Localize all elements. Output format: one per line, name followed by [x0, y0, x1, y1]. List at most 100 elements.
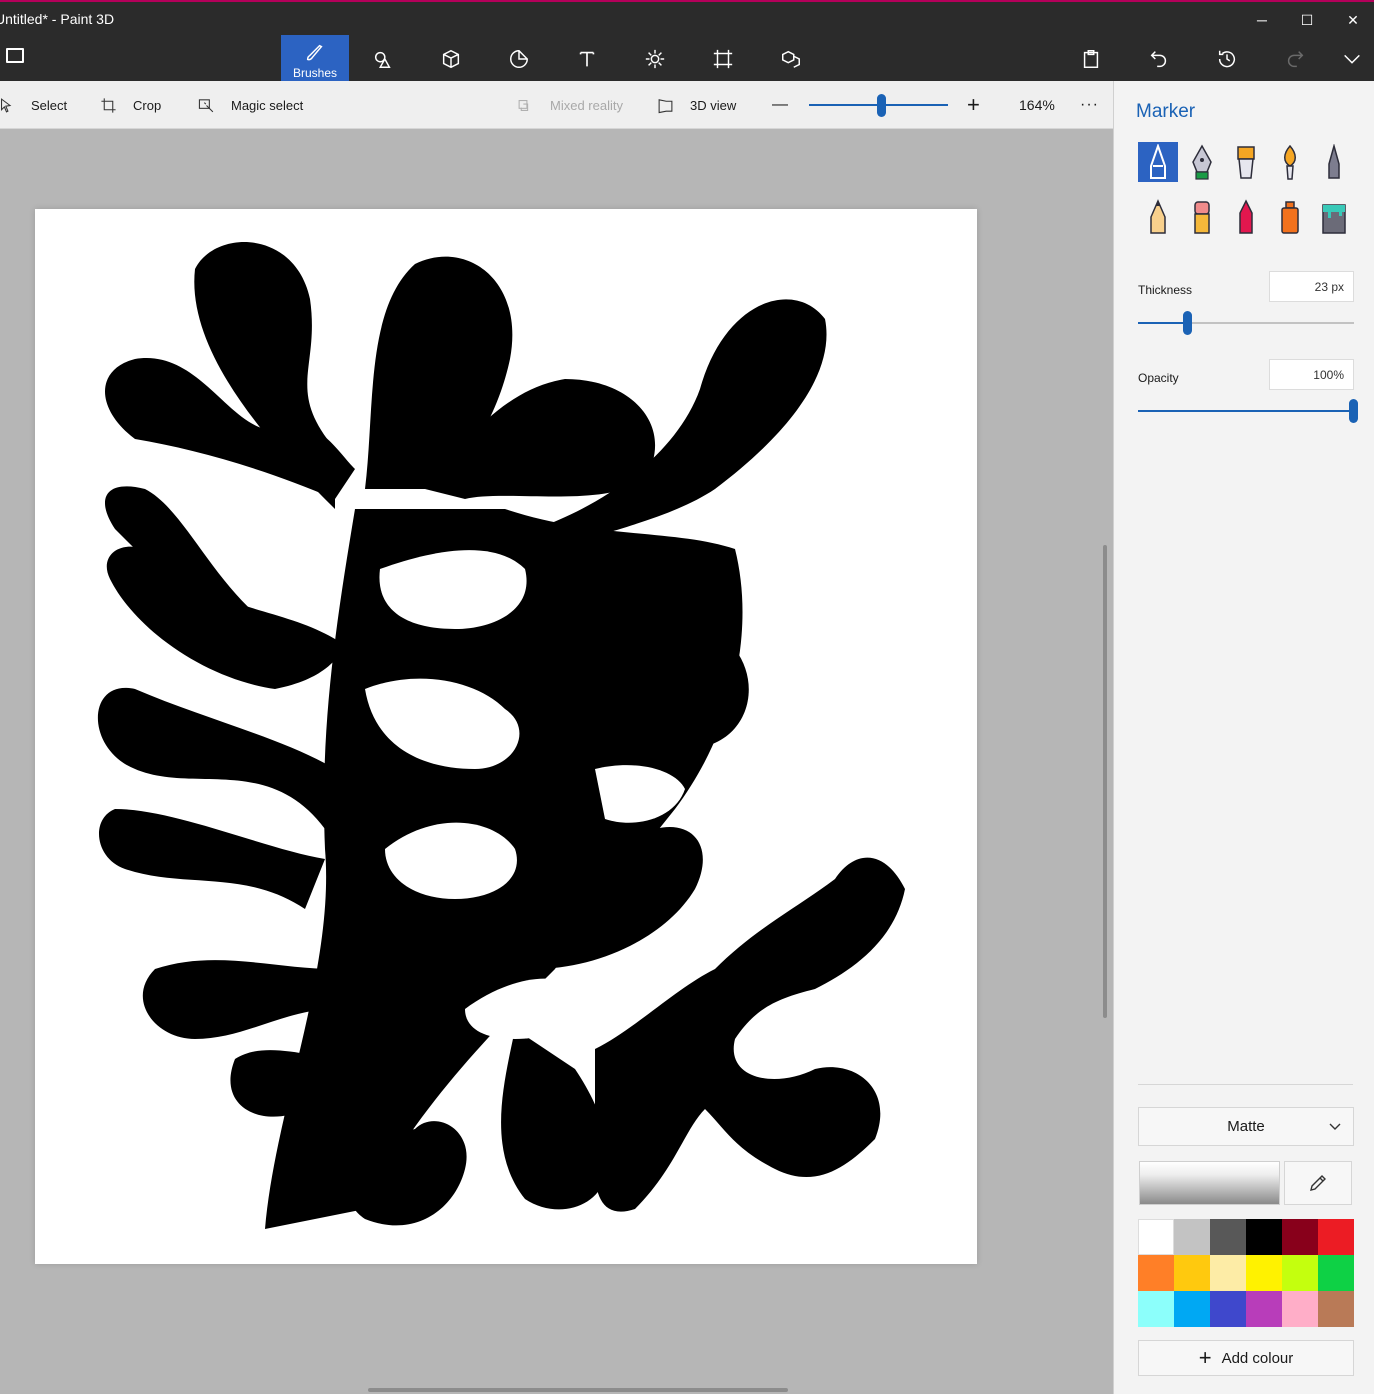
- 2d-shapes-icon: [374, 51, 391, 68]
- tab-3d-library[interactable]: [767, 35, 815, 83]
- expand-icon: [1344, 54, 1360, 64]
- horizontal-scrollbar[interactable]: [368, 1388, 788, 1392]
- color-swatch[interactable]: [1318, 1255, 1354, 1291]
- panel-divider: [1138, 1084, 1353, 1085]
- brush-pixel-pen[interactable]: [1314, 142, 1354, 182]
- redo-button[interactable]: [1271, 35, 1319, 83]
- current-color-swatch[interactable]: [1139, 1161, 1280, 1205]
- add-colour-label: Add colour: [1221, 1349, 1294, 1367]
- add-colour-button[interactable]: + Add colour: [1138, 1340, 1354, 1376]
- maximize-button[interactable]: ☐: [1284, 6, 1330, 34]
- opacity-slider-fill: [1138, 410, 1354, 412]
- color-swatch[interactable]: [1282, 1255, 1318, 1291]
- opacity-field[interactable]: 100%: [1269, 359, 1354, 390]
- menu-folder-icon[interactable]: [6, 48, 24, 63]
- effects-icon: [645, 49, 665, 69]
- tab-text[interactable]: [563, 35, 611, 83]
- color-swatch[interactable]: [1174, 1219, 1210, 1255]
- color-swatch[interactable]: [1138, 1255, 1174, 1291]
- opacity-slider-thumb[interactable]: [1349, 399, 1358, 423]
- thickness-slider-thumb[interactable]: [1183, 311, 1192, 335]
- color-swatch[interactable]: [1318, 1219, 1354, 1255]
- drawing-canvas[interactable]: [35, 209, 977, 1264]
- canvas-icon: [713, 49, 733, 69]
- black-coral-artwork: [97, 241, 905, 1229]
- brush-eraser[interactable]: [1182, 197, 1222, 237]
- color-swatch[interactable]: [1318, 1291, 1354, 1327]
- more-options-button[interactable]: ···: [1080, 81, 1099, 129]
- magic-select-button[interactable]: Magic select: [198, 81, 303, 129]
- color-swatch[interactable]: [1138, 1219, 1174, 1255]
- magic-select-icon: [198, 98, 214, 112]
- finish-value: Matte: [1227, 1118, 1265, 1135]
- history-button[interactable]: [1203, 35, 1251, 83]
- tab-3d-shapes[interactable]: [427, 35, 475, 83]
- mixed-reality-label: Mixed reality: [550, 97, 623, 113]
- color-swatch[interactable]: [1138, 1291, 1174, 1327]
- tab-canvas[interactable]: [699, 35, 747, 83]
- tab-stickers[interactable]: [495, 35, 543, 83]
- color-swatch[interactable]: [1210, 1255, 1246, 1291]
- stickers-icon: [510, 50, 528, 68]
- eraser-icon: [1194, 201, 1210, 234]
- brush-marker[interactable]: [1138, 142, 1178, 182]
- 3d-view-button[interactable]: 3D view: [657, 81, 736, 129]
- mixed-reality-icon: [518, 99, 529, 111]
- color-swatch[interactable]: [1246, 1255, 1282, 1291]
- marker-icon: [1150, 144, 1166, 179]
- crop-button[interactable]: Crop: [100, 81, 161, 129]
- brush-spray-can[interactable]: [1270, 197, 1310, 237]
- text-icon: [579, 51, 595, 67]
- undo-button[interactable]: [1135, 35, 1183, 83]
- calligraphy-pen-icon: [1192, 144, 1212, 180]
- 3d-view-icon: [658, 98, 673, 113]
- color-swatch[interactable]: [1246, 1291, 1282, 1327]
- panel-title: Marker: [1136, 101, 1196, 122]
- brush-fill[interactable]: [1314, 197, 1354, 237]
- title-bar: Untitled* - Paint 3D ─ ☐ ✕ Brushes: [0, 0, 1374, 83]
- zoom-in-button[interactable]: +: [967, 81, 980, 129]
- brush-panel: Marker Thickness 23 px Opacity 100% Matt…: [1113, 81, 1374, 1394]
- expand-button[interactable]: [1328, 35, 1374, 83]
- finish-dropdown[interactable]: Matte: [1138, 1107, 1354, 1146]
- tab-2d-shapes[interactable]: [359, 35, 407, 83]
- select-button[interactable]: Select: [0, 81, 67, 129]
- brush-oil[interactable]: [1226, 142, 1266, 182]
- color-swatch[interactable]: [1282, 1291, 1318, 1327]
- eyedropper-button[interactable]: [1284, 1161, 1352, 1205]
- zoom-value[interactable]: 164%: [1019, 81, 1055, 129]
- 3d-view-label: 3D view: [690, 97, 737, 113]
- thickness-slider-fill: [1138, 322, 1188, 324]
- tab-effects[interactable]: [631, 35, 679, 83]
- brush-crayon[interactable]: [1226, 197, 1266, 237]
- thickness-field[interactable]: 23 px: [1269, 271, 1354, 302]
- brush-watercolor[interactable]: [1270, 142, 1310, 182]
- color-swatch[interactable]: [1246, 1219, 1282, 1255]
- brush-pencil[interactable]: [1138, 197, 1178, 237]
- history-icon: [1218, 50, 1235, 68]
- zoom-slider-thumb[interactable]: [877, 94, 886, 117]
- pencil-icon: [1150, 199, 1166, 234]
- chevron-down-icon: [1329, 1123, 1341, 1130]
- color-swatch[interactable]: [1174, 1291, 1210, 1327]
- tab-brushes[interactable]: Brushes: [281, 35, 349, 83]
- oil-brush-icon: [1237, 146, 1255, 179]
- mixed-reality-button[interactable]: Mixed reality: [517, 81, 623, 129]
- magic-select-label: Magic select: [231, 97, 304, 113]
- color-swatch[interactable]: [1282, 1219, 1318, 1255]
- color-palette: [1138, 1219, 1354, 1327]
- color-swatch[interactable]: [1210, 1291, 1246, 1327]
- select-label: Select: [31, 97, 68, 113]
- pixel-pen-icon: [1328, 144, 1340, 179]
- vertical-scrollbar[interactable]: [1103, 545, 1107, 1018]
- color-swatch[interactable]: [1174, 1255, 1210, 1291]
- 3d-shapes-icon: [442, 49, 460, 69]
- window-title: Untitled* - Paint 3D: [0, 11, 115, 27]
- spray-can-icon: [1281, 201, 1299, 234]
- color-swatch[interactable]: [1210, 1219, 1246, 1255]
- zoom-out-button[interactable]: —: [772, 81, 788, 129]
- close-button[interactable]: ✕: [1330, 6, 1374, 34]
- brush-calligraphy-pen[interactable]: [1182, 142, 1222, 182]
- minimize-button[interactable]: ─: [1239, 6, 1285, 34]
- paste-button[interactable]: [1067, 35, 1115, 83]
